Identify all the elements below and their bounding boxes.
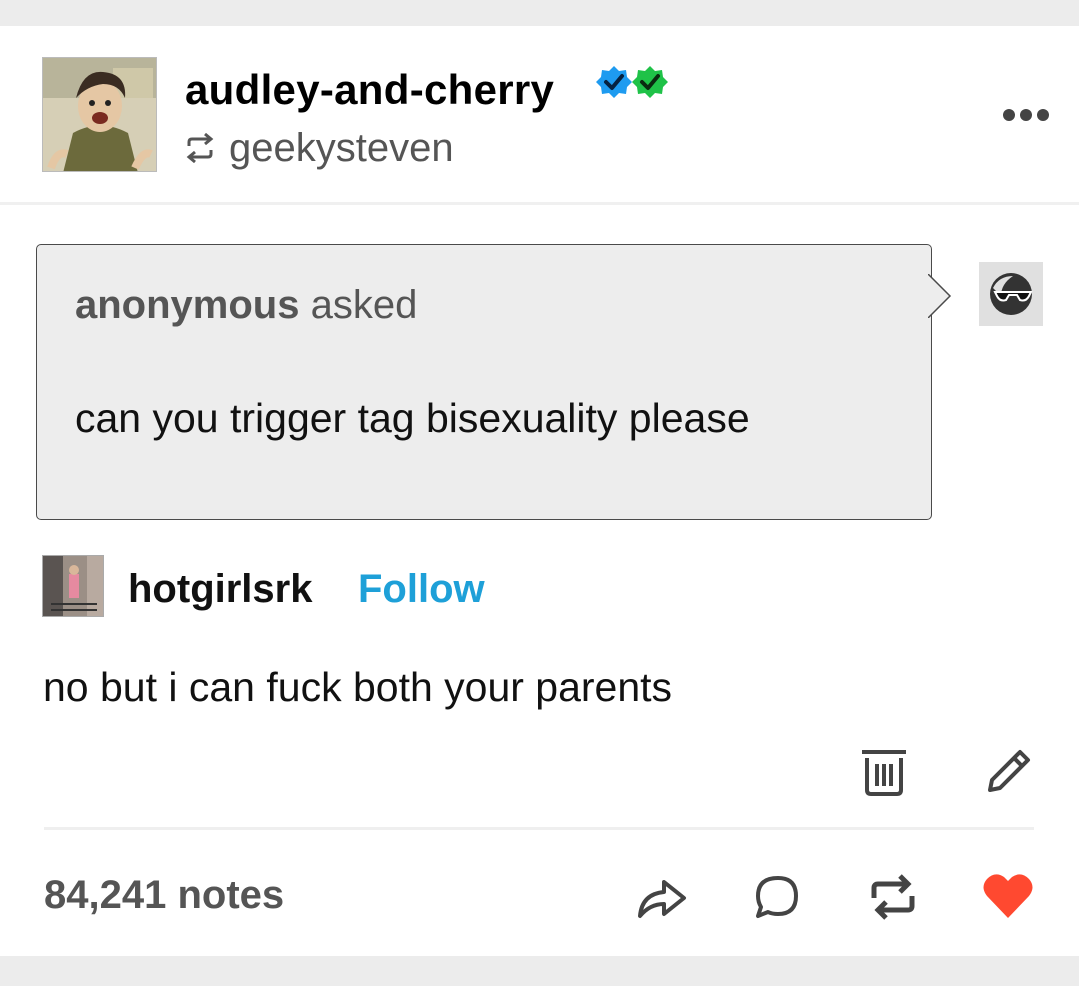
blog-avatar[interactable] bbox=[42, 57, 157, 172]
ask-bubble: anonymous asked can you trigger tag bise… bbox=[36, 244, 932, 520]
verified-badge-green-icon bbox=[632, 66, 668, 98]
ask-header: anonymous asked bbox=[75, 283, 417, 328]
pencil-icon[interactable] bbox=[984, 746, 1034, 796]
answerer-username[interactable]: hotgirlsrk bbox=[128, 567, 312, 612]
asked-label: asked bbox=[310, 283, 418, 327]
reblog-icon[interactable] bbox=[866, 872, 920, 922]
follow-button[interactable]: Follow bbox=[358, 567, 485, 612]
blog-username[interactable]: audley-and-cherry bbox=[185, 66, 554, 114]
verified-badge-blue-icon bbox=[596, 66, 632, 98]
ask-question: can you trigger tag bisexuality please bbox=[75, 395, 750, 441]
anonymous-avatar bbox=[979, 262, 1043, 326]
footer-divider bbox=[44, 827, 1034, 830]
heart-icon[interactable] bbox=[982, 872, 1034, 920]
trash-icon[interactable] bbox=[858, 746, 910, 798]
reblog-source-name[interactable]: geekysteven bbox=[229, 126, 454, 171]
reply-icon[interactable] bbox=[750, 872, 804, 922]
answerer-avatar[interactable] bbox=[42, 555, 104, 617]
ask-bubble-arrow bbox=[928, 274, 952, 318]
share-icon[interactable] bbox=[634, 872, 690, 922]
retweet-icon bbox=[186, 133, 214, 163]
verified-badges bbox=[596, 66, 668, 98]
header-divider bbox=[0, 202, 1079, 205]
reblog-source[interactable]: geekysteven bbox=[183, 126, 454, 170]
notes-count[interactable]: 84,241 notes bbox=[44, 873, 284, 918]
more-icon[interactable] bbox=[1002, 106, 1050, 124]
asker-name[interactable]: anonymous bbox=[75, 283, 299, 327]
post-card: audley-and-cherry geekysteven anonymous … bbox=[0, 26, 1079, 956]
sunglasses-icon bbox=[990, 273, 1033, 315]
answer-text: no but i can fuck both your parents bbox=[43, 664, 673, 710]
